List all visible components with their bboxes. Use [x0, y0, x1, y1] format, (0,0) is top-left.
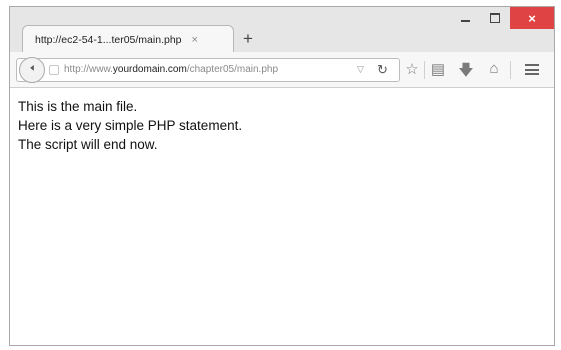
- reading-list-icon[interactable]: ▤: [428, 60, 448, 78]
- bookmark-star-icon[interactable]: ☆: [402, 60, 422, 78]
- home-icon[interactable]: ⌂: [484, 60, 504, 77]
- address-bar[interactable]: 🢐 http://www.yourdomain.com/chapter05/ma…: [16, 57, 400, 83]
- download-icon[interactable]: 🡇: [456, 60, 476, 85]
- url-path: /chapter05/main.php: [186, 64, 278, 75]
- minimize-icon: [460, 20, 470, 22]
- url-prefix: http://www.: [64, 64, 113, 75]
- maximize-icon: [490, 13, 500, 23]
- content-line: The script will end now.: [18, 137, 158, 152]
- site-identity-icon[interactable]: [49, 65, 59, 75]
- close-window-button[interactable]: ×: [510, 7, 554, 29]
- tab-title: http://ec2-54-1...ter05/main.php: [35, 33, 182, 46]
- browser-tab[interactable]: http://ec2-54-1...ter05/main.php ×: [22, 25, 234, 53]
- toolbar-separator: [510, 61, 511, 79]
- maximize-button[interactable]: [480, 7, 510, 29]
- content-line: This is the main file.: [18, 99, 138, 114]
- url-domain: yourdomain.com: [112, 64, 187, 75]
- window-controls: ×: [450, 7, 554, 29]
- new-tab-button[interactable]: +: [238, 27, 258, 51]
- toolbar-separator: [424, 61, 425, 79]
- navigation-bar: 🢐 http://www.yourdomain.com/chapter05/ma…: [10, 52, 554, 88]
- content-line: Here is a very simple PHP statement.: [18, 118, 243, 133]
- reload-icon[interactable]: ↻: [377, 62, 388, 78]
- menu-icon[interactable]: [525, 64, 539, 75]
- dropdown-icon[interactable]: ▽: [357, 64, 364, 75]
- url-text[interactable]: http://www.yourdomain.com/chapter05/main…: [64, 64, 278, 75]
- minimize-button[interactable]: [450, 7, 480, 29]
- tab-close-icon[interactable]: ×: [192, 34, 198, 46]
- page-content: This is the main file. Here is a very si…: [10, 88, 554, 345]
- browser-window: × http://ec2-54-1...ter05/main.php × + 🢐…: [9, 6, 555, 346]
- back-icon[interactable]: 🢐: [19, 57, 45, 83]
